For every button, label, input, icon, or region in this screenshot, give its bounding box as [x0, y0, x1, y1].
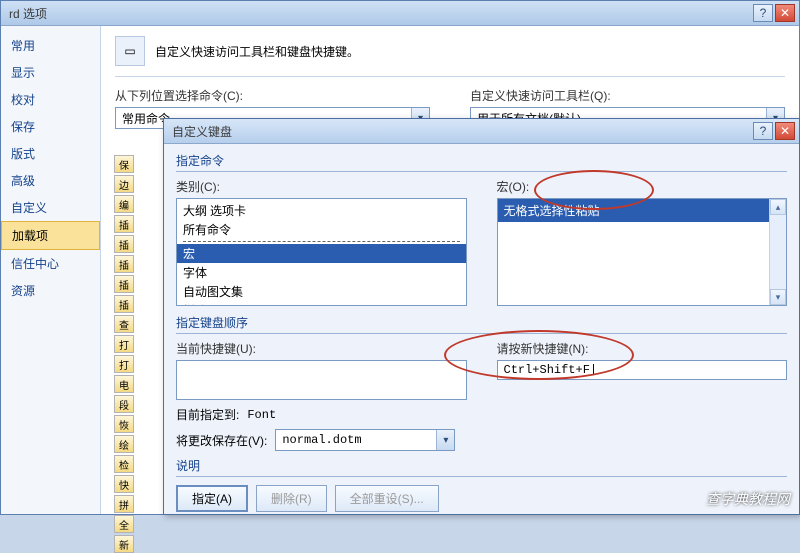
main-title: rd 选项: [5, 5, 751, 22]
customize-icon: ▭: [115, 36, 145, 66]
category-item[interactable]: 所有命令: [177, 220, 466, 239]
sidebar-item-8[interactable]: 信任中心: [1, 250, 100, 277]
sidebar-item-7[interactable]: 加载项: [1, 221, 100, 250]
specify-keys-label: 指定键盘顺序: [176, 314, 787, 331]
close-button[interactable]: ✕: [775, 4, 795, 22]
command-icon: 打: [114, 335, 134, 353]
dialog-close-button[interactable]: ✕: [775, 122, 795, 140]
sidebar-item-4[interactable]: 版式: [1, 140, 100, 167]
current-keys-label: 当前快捷键(U):: [176, 340, 467, 357]
save-in-label: 将更改保存在(V):: [176, 432, 267, 449]
sidebar-item-3[interactable]: 保存: [1, 113, 100, 140]
scroll-up-icon[interactable]: ▴: [770, 199, 786, 215]
category-item[interactable]: 宏: [177, 244, 466, 263]
category-item[interactable]: 大纲 选项卡: [177, 201, 466, 220]
command-icon: 插: [114, 255, 134, 273]
chevron-down-icon: ▾: [436, 430, 454, 450]
category-item[interactable]: 字体: [177, 263, 466, 282]
category-item[interactable]: 样式: [177, 301, 466, 306]
sidebar-item-5[interactable]: 高级: [1, 167, 100, 194]
choose-commands-label: 从下列位置选择命令(C):: [115, 87, 430, 104]
command-icon: 检: [114, 455, 134, 473]
scrollbar[interactable]: ▴ ▾: [769, 199, 786, 305]
command-icon: 边: [114, 175, 134, 193]
command-icon: 编: [114, 195, 134, 213]
save-in-combo[interactable]: normal.dotm ▾: [275, 429, 455, 451]
command-icon: 全: [114, 515, 134, 533]
command-icon: 电: [114, 375, 134, 393]
customize-keyboard-dialog: 自定义键盘 ? ✕ 指定命令 类别(C): 大纲 选项卡所有命令宏字体自动图文集…: [163, 118, 800, 515]
sidebar-item-9[interactable]: 资源: [1, 277, 100, 304]
command-icon: 插: [114, 215, 134, 233]
command-icon: 快: [114, 475, 134, 493]
sidebar-item-1[interactable]: 显示: [1, 59, 100, 86]
command-icon: 新: [114, 535, 134, 553]
macro-item-selected[interactable]: 无格式选择性粘贴: [498, 199, 787, 222]
command-icon: 打: [114, 355, 134, 373]
help-button[interactable]: ?: [753, 4, 773, 22]
reset-button[interactable]: 全部重设(S)...: [335, 485, 439, 512]
macro-listbox[interactable]: 无格式选择性粘贴 ▴ ▾: [497, 198, 788, 306]
command-icon: 拼: [114, 495, 134, 513]
panel-heading: 自定义快速访问工具栏和键盘快捷键。: [155, 43, 359, 60]
assigned-to-label: 目前指定到:: [176, 406, 239, 423]
category-listbox[interactable]: 大纲 选项卡所有命令宏字体自动图文集样式常用符号: [176, 198, 467, 306]
command-icon: 段: [114, 395, 134, 413]
category-label: 类别(C):: [176, 178, 467, 195]
assigned-to-value: Font: [247, 408, 276, 422]
macro-label: 宏(O):: [497, 178, 788, 195]
dialog-help-button[interactable]: ?: [753, 122, 773, 140]
description-label: 说明: [176, 457, 787, 474]
sidebar: 常用显示校对保存版式高级自定义加载项信任中心资源: [1, 26, 101, 514]
specify-command-label: 指定命令: [176, 152, 787, 169]
scroll-down-icon[interactable]: ▾: [770, 289, 786, 305]
main-titlebar: rd 选项 ? ✕: [1, 1, 799, 26]
new-key-label: 请按新快捷键(N):: [497, 340, 788, 357]
command-icon: 恢: [114, 415, 134, 433]
customize-qat-label: 自定义快速访问工具栏(Q):: [470, 87, 785, 104]
command-icon: 绘: [114, 435, 134, 453]
sidebar-item-2[interactable]: 校对: [1, 86, 100, 113]
sidebar-item-6[interactable]: 自定义: [1, 194, 100, 221]
current-keys-box[interactable]: [176, 360, 467, 400]
command-icon-strip: 保边编插插插插插查打打电段恢绘检快拼全新: [114, 155, 136, 553]
command-icon: 插: [114, 275, 134, 293]
command-icon: 查: [114, 315, 134, 333]
command-icon: 插: [114, 235, 134, 253]
assign-button[interactable]: 指定(A): [176, 485, 248, 512]
new-key-input[interactable]: Ctrl+Shift+F|: [497, 360, 788, 380]
sidebar-item-0[interactable]: 常用: [1, 32, 100, 59]
remove-button[interactable]: 删除(R): [256, 485, 327, 512]
dialog-title: 自定义键盘: [168, 123, 751, 140]
command-icon: 插: [114, 295, 134, 313]
command-icon: 保: [114, 155, 134, 173]
category-item[interactable]: 自动图文集: [177, 282, 466, 301]
watermark: 查字典教程网: [706, 489, 790, 509]
